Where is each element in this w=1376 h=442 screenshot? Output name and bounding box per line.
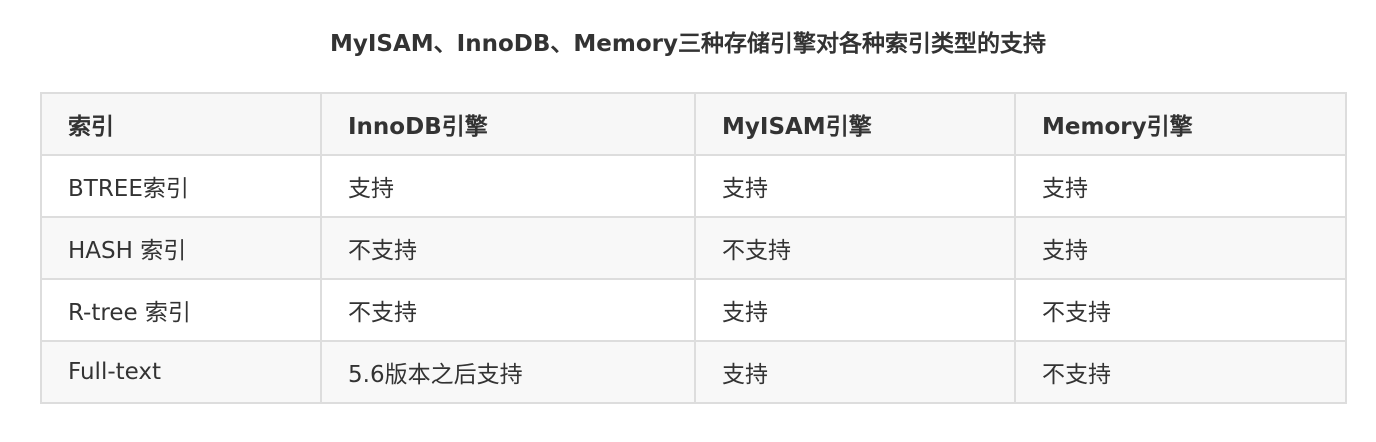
table-row: R-tree 索引 不支持 支持 不支持 [40, 278, 1347, 342]
cell-memory: 支持 [1014, 216, 1347, 280]
header-innodb: InnoDB引擎 [320, 92, 696, 156]
header-index: 索引 [40, 92, 322, 156]
cell-index-name: R-tree 索引 [40, 278, 322, 342]
table-row: HASH 索引 不支持 不支持 支持 [40, 216, 1347, 280]
cell-innodb: 不支持 [320, 278, 696, 342]
cell-myisam: 支持 [694, 278, 1016, 342]
cell-memory: 支持 [1014, 154, 1347, 218]
cell-myisam: 支持 [694, 340, 1016, 404]
cell-innodb: 5.6版本之后支持 [320, 340, 696, 404]
cell-myisam: 支持 [694, 154, 1016, 218]
cell-myisam: 不支持 [694, 216, 1016, 280]
header-memory: Memory引擎 [1014, 92, 1347, 156]
cell-memory: 不支持 [1014, 278, 1347, 342]
table-caption: MyISAM、InnoDB、Memory三种存储引擎对各种索引类型的支持 [329, 31, 1046, 57]
table-header-row: 索引 InnoDB引擎 MyISAM引擎 Memory引擎 [40, 92, 1347, 156]
cell-innodb: 支持 [320, 154, 696, 218]
header-myisam: MyISAM引擎 [694, 92, 1016, 156]
cell-innodb: 不支持 [320, 216, 696, 280]
table-row: Full-text 5.6版本之后支持 支持 不支持 [40, 340, 1347, 404]
table-row: BTREE索引 支持 支持 支持 [40, 154, 1347, 218]
cell-index-name: Full-text [40, 340, 322, 404]
cell-index-name: BTREE索引 [40, 154, 322, 218]
cell-memory: 不支持 [1014, 340, 1347, 404]
cell-index-name: HASH 索引 [40, 216, 322, 280]
index-support-table: 索引 InnoDB引擎 MyISAM引擎 Memory引擎 BTREE索引 支持… [40, 92, 1347, 404]
